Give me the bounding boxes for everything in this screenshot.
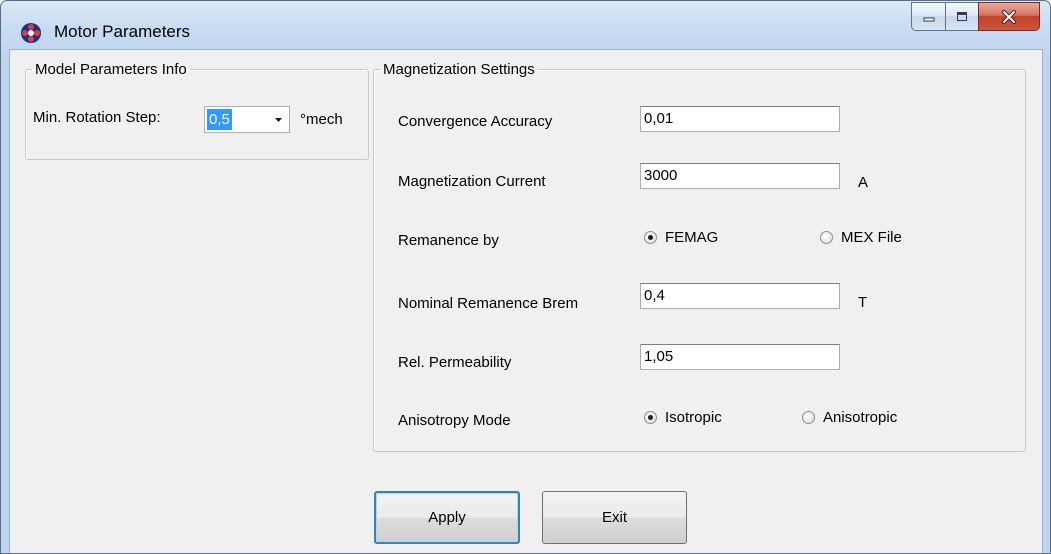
- radio-checked-icon: [644, 231, 657, 244]
- radio-unchecked-icon: [802, 411, 815, 424]
- maximize-button[interactable]: [945, 2, 978, 31]
- minimize-icon: [923, 17, 934, 21]
- anisotropy-isotropic-label: Isotropic: [665, 409, 722, 426]
- anisotropy-isotropic-radio[interactable]: Isotropic: [644, 409, 722, 426]
- rotation-step-label: Min. Rotation Step:: [33, 109, 161, 126]
- anisotropy-anisotropic-radio[interactable]: Anisotropic: [802, 409, 897, 426]
- anisotropy-anisotropic-label: Anisotropic: [823, 409, 898, 426]
- minimize-button[interactable]: [911, 2, 945, 31]
- nominal-remanence-input[interactable]: 0,4: [640, 283, 840, 309]
- title-bar[interactable]: Motor Parameters: [1, 1, 1050, 49]
- model-parameters-legend: Model Parameters Info: [35, 61, 187, 78]
- remanence-femag-radio[interactable]: FEMAG: [644, 229, 718, 246]
- magnetization-settings-legend: Magnetization Settings: [383, 61, 535, 78]
- rotation-step-unit: °mech: [300, 111, 343, 128]
- rel-permeability-label: Rel. Permeability: [398, 354, 512, 371]
- convergence-accuracy-input[interactable]: 0,01: [640, 106, 840, 132]
- chevron-down-icon[interactable]: [268, 107, 289, 132]
- remanence-by-label: Remanence by: [398, 232, 499, 249]
- apply-button[interactable]: Apply: [374, 491, 520, 544]
- window-title: Motor Parameters: [54, 22, 191, 41]
- caption-buttons: [911, 2, 1040, 32]
- convergence-accuracy-label: Convergence Accuracy: [398, 113, 553, 130]
- magnetization-current-input[interactable]: 3000: [640, 163, 840, 189]
- magnetization-current-label: Magnetization Current: [398, 173, 546, 190]
- remanence-mex-file-label: MEX File: [841, 229, 902, 246]
- nominal-remanence-unit: T: [858, 294, 868, 311]
- radio-unchecked-icon: [820, 231, 833, 244]
- app-icon: [21, 23, 41, 43]
- exit-button[interactable]: Exit: [542, 491, 687, 544]
- rotation-step-value: 0,5: [207, 109, 232, 130]
- radio-checked-icon: [644, 411, 657, 424]
- motor-parameters-window: Motor Parameters Model Parameters Info M…: [0, 0, 1051, 554]
- rel-permeability-input[interactable]: 1,05: [640, 344, 840, 370]
- close-button[interactable]: [978, 2, 1040, 31]
- anisotropy-mode-label: Anisotropy Mode: [398, 412, 511, 429]
- remanence-femag-label: FEMAG: [665, 229, 719, 246]
- client-area: Model Parameters Info Min. Rotation Step…: [9, 49, 1043, 553]
- nominal-remanence-label: Nominal Remanence Brem: [398, 295, 579, 312]
- rotation-step-select[interactable]: 0,5: [204, 106, 290, 133]
- remanence-mex-file-radio[interactable]: MEX File: [820, 229, 902, 246]
- close-icon: [1002, 9, 1016, 24]
- magnetization-current-unit: A: [858, 174, 869, 191]
- maximize-icon: [957, 11, 967, 21]
